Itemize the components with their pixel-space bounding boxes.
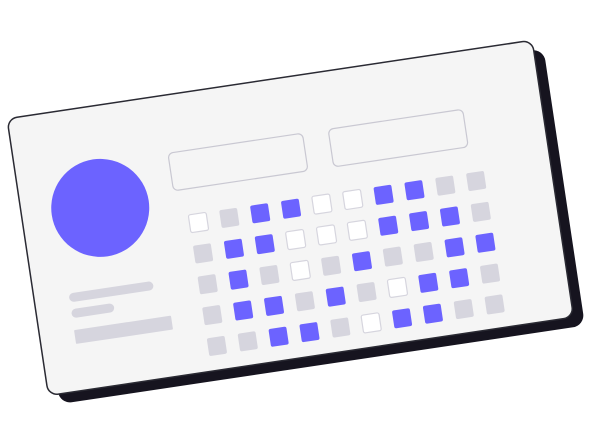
grid-cell-gray[interactable] xyxy=(480,263,500,284)
grid-cell-gray[interactable] xyxy=(193,243,214,264)
grid-cell-accent[interactable] xyxy=(281,198,302,219)
illustration-stage xyxy=(0,0,593,423)
grid-cell-empty[interactable] xyxy=(187,211,210,234)
grid-cell-accent[interactable] xyxy=(233,300,254,321)
grid-cell-accent[interactable] xyxy=(254,234,275,255)
grid-cell-accent[interactable] xyxy=(250,203,271,224)
grid-cell-empty[interactable] xyxy=(346,219,368,241)
grid-cell-empty[interactable] xyxy=(386,276,409,298)
grid-cell-empty[interactable] xyxy=(285,228,307,251)
grid-cell-accent[interactable] xyxy=(422,303,443,324)
grid-cell-gray[interactable] xyxy=(259,265,280,285)
grid-cell-accent[interactable] xyxy=(409,211,430,232)
grid-cell-accent[interactable] xyxy=(404,180,425,201)
grid-cell-gray[interactable] xyxy=(484,294,505,315)
grid-cell-empty[interactable] xyxy=(289,259,311,281)
grid-cell-empty[interactable] xyxy=(360,312,382,334)
grid-cell-accent[interactable] xyxy=(352,251,372,272)
grid-cell-gray[interactable] xyxy=(413,242,434,262)
grid-cell-accent[interactable] xyxy=(299,322,320,343)
grid-cell-accent[interactable] xyxy=(475,232,496,253)
grid-cell-gray[interactable] xyxy=(330,317,351,338)
grid-cell-gray[interactable] xyxy=(206,336,227,356)
tilted-card-group xyxy=(7,40,584,403)
grid-cell-accent[interactable] xyxy=(228,269,249,290)
grid-cell-gray[interactable] xyxy=(202,305,223,326)
grid-cell-gray[interactable] xyxy=(453,299,474,320)
grid-cell-accent[interactable] xyxy=(264,295,284,316)
grid-cell-gray[interactable] xyxy=(197,274,218,295)
grid-cell-gray[interactable] xyxy=(321,255,342,276)
grid-cell-gray[interactable] xyxy=(356,282,377,303)
grid-cell-accent[interactable] xyxy=(444,237,465,258)
grid-cell-accent[interactable] xyxy=(439,206,460,227)
grid-cell-accent[interactable] xyxy=(378,215,399,236)
dashboard-illustration xyxy=(7,40,584,403)
grid-cell-empty[interactable] xyxy=(342,188,364,211)
grid-cell-gray[interactable] xyxy=(382,246,403,267)
grid-cell-gray[interactable] xyxy=(237,331,258,352)
grid-cell-gray[interactable] xyxy=(294,291,315,312)
grid-cell-gray[interactable] xyxy=(219,207,240,228)
grid-cell-accent[interactable] xyxy=(392,308,413,329)
grid-cell-accent[interactable] xyxy=(373,184,394,205)
grid-cell-empty[interactable] xyxy=(311,193,333,215)
grid-cell-gray[interactable] xyxy=(470,201,491,222)
grid-cell-gray[interactable] xyxy=(435,175,456,196)
grid-cell-accent[interactable] xyxy=(449,268,470,289)
grid-cell-accent[interactable] xyxy=(223,238,244,259)
grid-cell-accent[interactable] xyxy=(268,326,289,347)
grid-cell-accent[interactable] xyxy=(418,272,439,293)
grid-cell-gray[interactable] xyxy=(466,171,487,191)
grid-cell-accent[interactable] xyxy=(325,286,346,307)
grid-cell-empty[interactable] xyxy=(315,224,338,246)
